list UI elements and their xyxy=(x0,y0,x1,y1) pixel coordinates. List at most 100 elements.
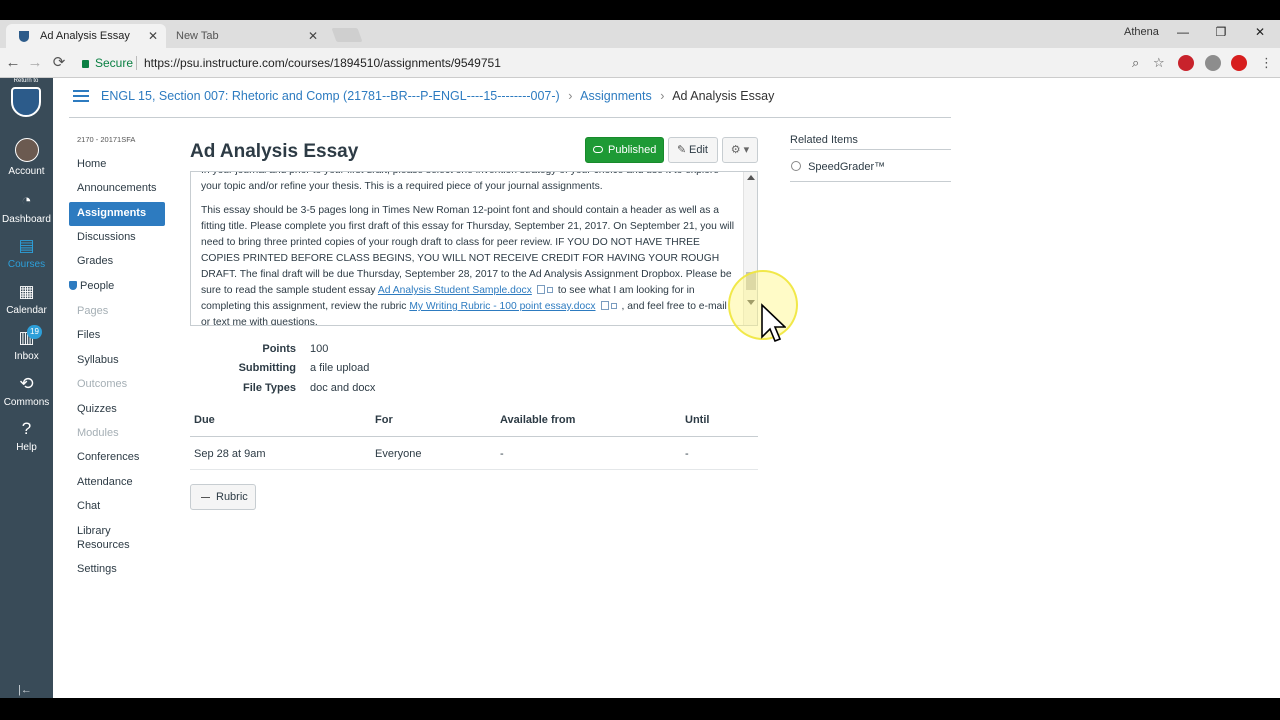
table-row-divider xyxy=(190,469,758,470)
dashboard-icon: ◔ xyxy=(21,191,32,210)
edit-button[interactable]: ✎ Edit xyxy=(668,137,718,163)
tab-label: New Tab xyxy=(176,30,219,42)
due-date-cell: Sep 28 at 9am xyxy=(194,448,266,460)
breadcrumb: ENGL 15, Section 007: Rhetoric and Comp … xyxy=(101,89,774,103)
rubric-label: Rubric xyxy=(216,491,248,503)
avatar xyxy=(14,138,39,162)
course-nav-home[interactable]: Home xyxy=(69,153,165,175)
canvas-page: Return to Account ◔ Dashboard ▤ Courses … xyxy=(0,78,1280,698)
browser-menu-icon[interactable]: ⋮ xyxy=(1260,55,1273,71)
until-cell: - xyxy=(685,448,689,460)
global-nav-label: Calendar xyxy=(6,305,47,316)
course-term-label: 2170 - 20171SFA xyxy=(77,135,136,144)
course-nav-outcomes[interactable]: Outcomes xyxy=(69,373,165,395)
reload-button[interactable]: ⟳ xyxy=(48,52,70,74)
header-divider xyxy=(69,117,951,118)
secure-indicator[interactable]: Secure xyxy=(82,51,133,75)
settings-menu-button[interactable]: ⚙ ▾ xyxy=(722,137,758,163)
course-nav-grades[interactable]: Grades xyxy=(69,250,165,272)
global-nav-inbox[interactable]: ▥ 19 Inbox xyxy=(0,325,53,362)
pencil-icon: ✎ xyxy=(677,144,687,156)
course-nav-quizzes[interactable]: Quizzes xyxy=(69,398,165,420)
breadcrumb-course-link[interactable]: ENGL 15, Section 007: Rhetoric and Comp … xyxy=(101,89,560,103)
new-tab-button[interactable] xyxy=(331,28,363,42)
minus-icon xyxy=(201,497,210,498)
speedgrader-link[interactable]: SpeedGrader™ xyxy=(791,161,885,173)
course-nav-settings[interactable]: Settings xyxy=(69,558,165,580)
forward-button[interactable]: → xyxy=(24,52,46,74)
preview-document-icon[interactable] xyxy=(600,301,609,310)
tab-new-tab[interactable]: New Tab ✕ xyxy=(166,24,326,48)
global-nav-account[interactable]: Account xyxy=(0,138,53,177)
address-bar[interactable]: Secure https://psu.instructure.com/cours… xyxy=(76,51,1176,75)
extension-icon[interactable] xyxy=(1205,55,1221,71)
back-button[interactable]: ← xyxy=(2,52,24,74)
record-extension-icon[interactable] xyxy=(1231,55,1247,71)
course-nav-conferences[interactable]: Conferences xyxy=(69,446,165,468)
edit-label: Edit xyxy=(689,144,708,156)
commons-icon: ⟲ xyxy=(19,374,34,393)
description-content: In your journal and prior to your first … xyxy=(201,172,735,325)
penn-state-shield-icon xyxy=(11,87,41,117)
unread-count-badge: 19 xyxy=(27,325,42,339)
tab-close-icon[interactable]: ✕ xyxy=(308,24,318,48)
breadcrumb-assignments-link[interactable]: Assignments xyxy=(580,89,652,103)
sample-essay-link[interactable]: Ad Analysis Student Sample.docx xyxy=(378,285,532,296)
course-nav-assignments[interactable]: Assignments xyxy=(69,202,165,226)
course-nav-files[interactable]: Files xyxy=(69,324,165,346)
course-nav-chat[interactable]: Chat xyxy=(69,495,165,517)
speedgrader-icon xyxy=(791,161,801,171)
url-text[interactable]: https://psu.instructure.com/courses/1894… xyxy=(144,51,501,75)
maximize-button[interactable]: ❐ xyxy=(1206,22,1236,42)
course-nav-syllabus[interactable]: Syllabus xyxy=(69,349,165,371)
course-nav-modules[interactable]: Modules xyxy=(69,422,165,444)
search-icon[interactable]: ⌕ xyxy=(1132,51,1139,75)
pinterest-extension-icon[interactable] xyxy=(1178,55,1194,71)
file-types-label: File Types xyxy=(243,382,296,394)
course-nav-discussions[interactable]: Discussions xyxy=(69,226,165,248)
published-label: Published xyxy=(608,144,657,156)
collapse-nav-icon[interactable]: |← xyxy=(18,684,32,696)
course-menu-toggle-icon[interactable] xyxy=(73,90,89,102)
external-link-icon[interactable] xyxy=(546,287,553,293)
course-nav-people[interactable]: People xyxy=(69,275,165,297)
for-cell: Everyone xyxy=(375,448,422,460)
url-separator xyxy=(136,56,137,70)
assignment-description[interactable]: In your journal and prior to your first … xyxy=(190,171,758,326)
global-nav-dashboard[interactable]: ◔ Dashboard xyxy=(0,191,53,225)
tab-close-icon[interactable]: ✕ xyxy=(148,24,158,48)
secure-label: Secure xyxy=(95,56,134,70)
course-nav-attendance[interactable]: Attendance xyxy=(69,471,165,493)
breadcrumb-separator: › xyxy=(660,89,665,103)
global-nav-commons[interactable]: ⟲ Commons xyxy=(0,374,53,408)
course-nav-pages[interactable]: Pages xyxy=(69,300,165,322)
return-to-logo[interactable]: Return to xyxy=(6,78,46,122)
global-nav-help[interactable]: ? Help xyxy=(0,419,53,453)
mouse-pointer-icon xyxy=(761,303,786,343)
rubric-document-link[interactable]: My Writing Rubric - 100 point essay.docx xyxy=(409,301,595,312)
page-title: Ad Analysis Essay xyxy=(190,141,359,162)
global-nav-calendar[interactable]: ▦ Calendar xyxy=(0,282,53,316)
column-header-for: For xyxy=(375,414,393,426)
global-nav-label: Commons xyxy=(3,397,50,408)
external-link-icon[interactable] xyxy=(610,303,617,309)
help-icon: ? xyxy=(21,419,32,438)
points-label: Points xyxy=(262,343,296,355)
published-button[interactable]: Published xyxy=(585,137,664,163)
screen: Ad Analysis Essay ✕ New Tab ✕ Athena — ❐… xyxy=(0,0,1280,720)
bookmark-star-icon[interactable]: ☆ xyxy=(1153,51,1165,75)
scroll-up-arrow-icon[interactable] xyxy=(747,175,755,180)
close-window-button[interactable]: ✕ xyxy=(1245,22,1275,42)
tab-ad-analysis-essay[interactable]: Ad Analysis Essay ✕ xyxy=(6,24,166,48)
minimize-button[interactable]: — xyxy=(1168,22,1198,42)
course-nav-announcements[interactable]: Announcements xyxy=(69,177,165,199)
lock-icon xyxy=(82,60,89,68)
profile-name[interactable]: Athena xyxy=(1124,26,1159,38)
courses-icon: ▤ xyxy=(18,236,35,255)
preview-document-icon[interactable] xyxy=(536,285,545,294)
description-text: This essay should be 3-5 pages long in T… xyxy=(201,205,735,296)
rubric-button[interactable]: Rubric xyxy=(190,484,256,510)
column-header-until: Until xyxy=(685,414,710,426)
course-nav-library-resources[interactable]: Library Resources xyxy=(69,524,139,552)
global-nav-courses[interactable]: ▤ Courses xyxy=(0,236,53,270)
